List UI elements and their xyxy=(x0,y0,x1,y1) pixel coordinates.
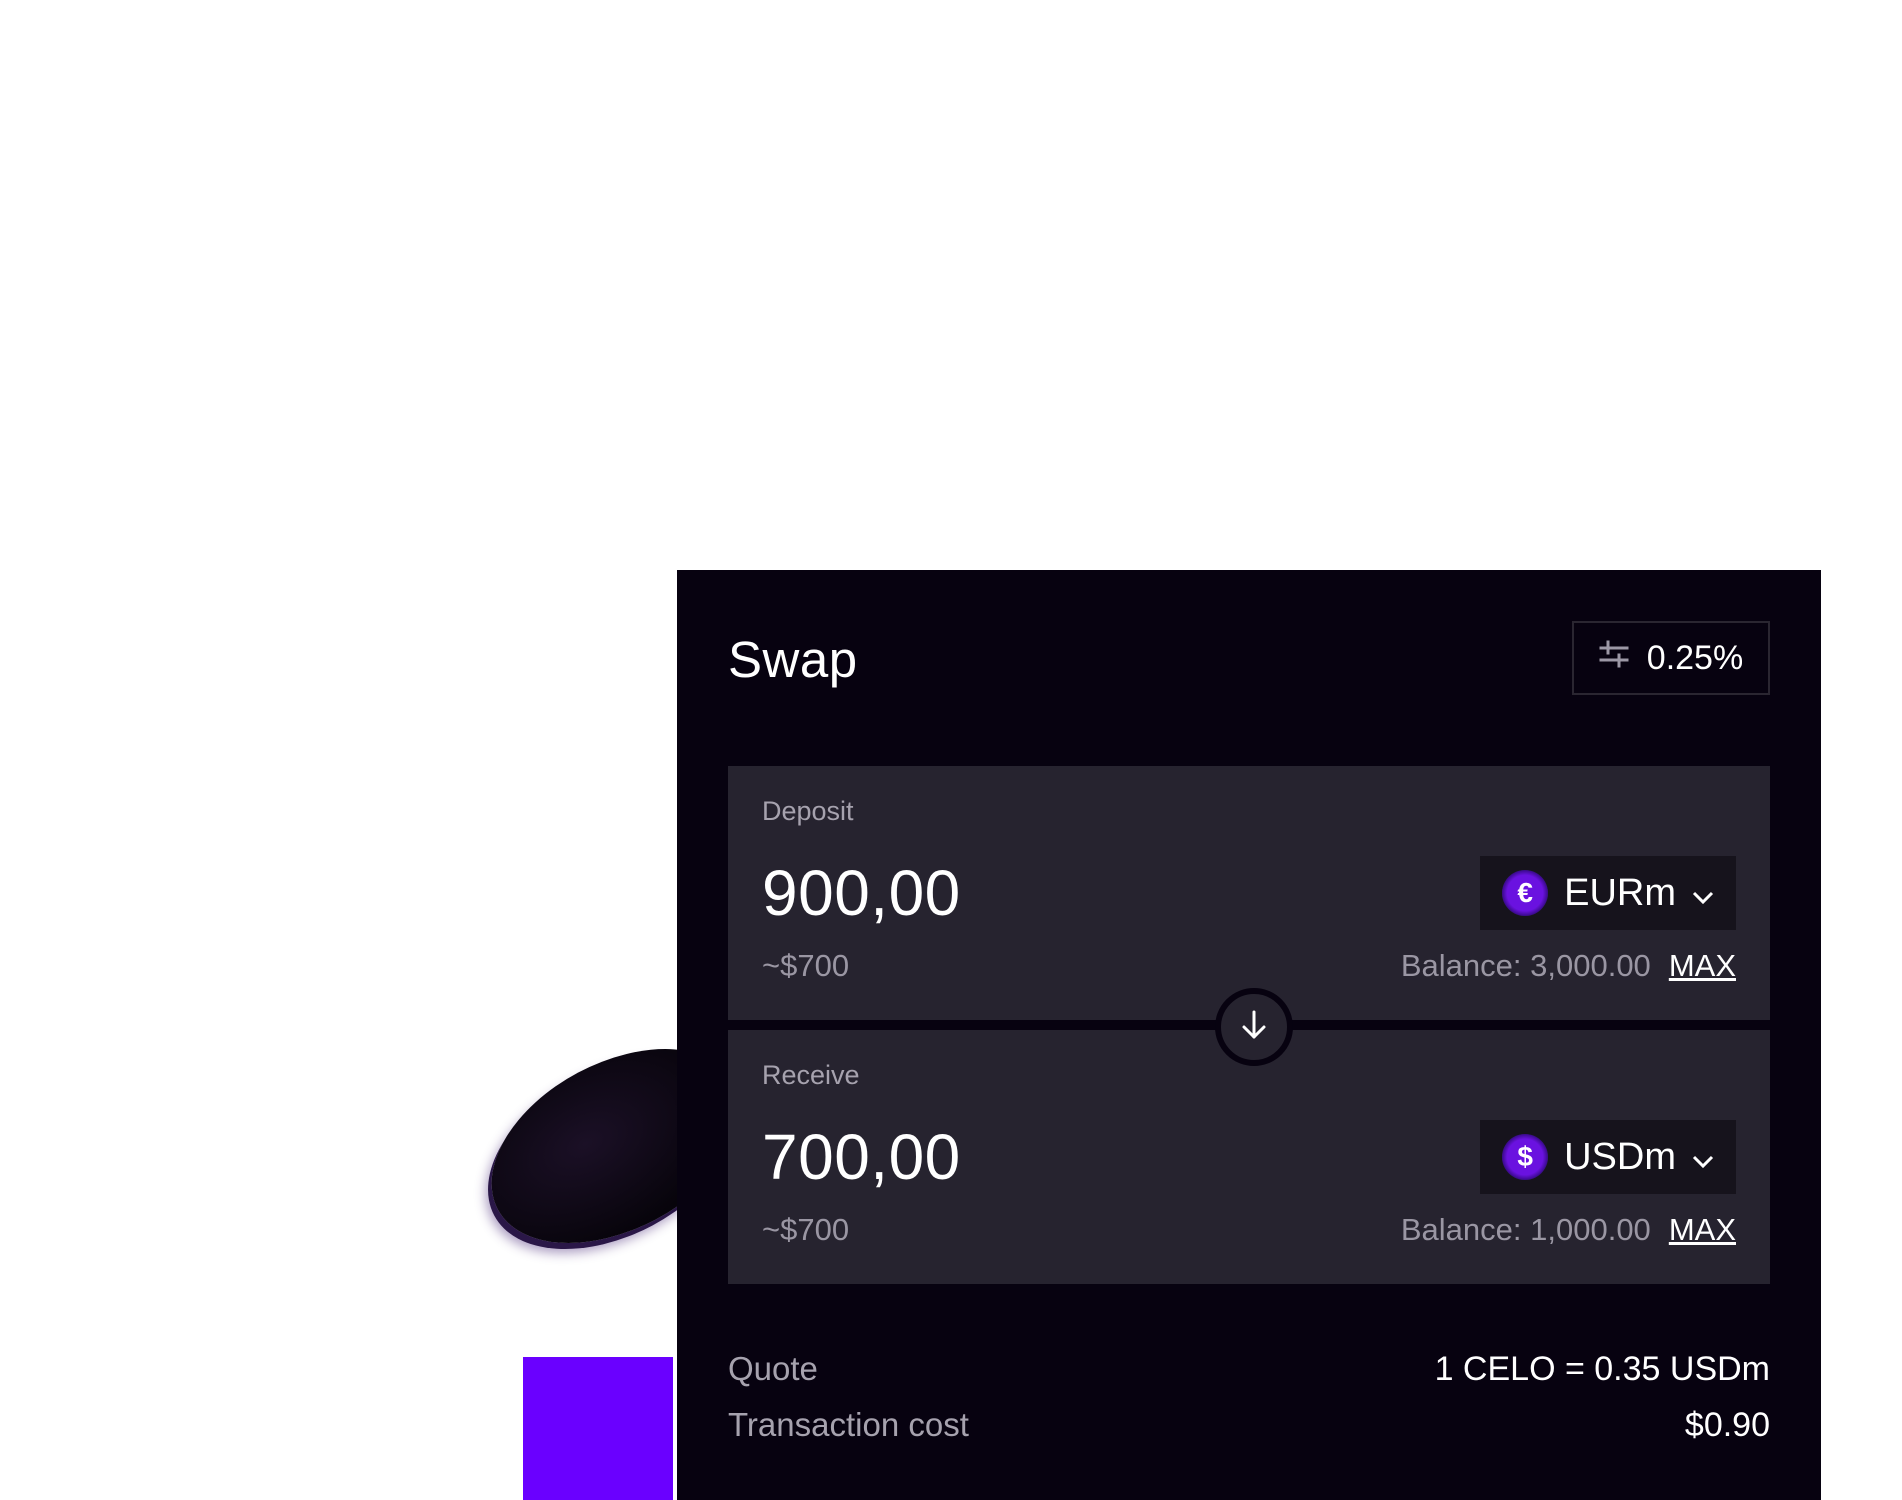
receive-usd-value: ~$700 xyxy=(762,1212,850,1247)
receive-token-select[interactable]: $ USDm xyxy=(1480,1120,1736,1194)
receive-amount-input[interactable]: 700,00 xyxy=(762,1120,961,1194)
dollar-token-icon: $ xyxy=(1502,1134,1549,1180)
swap-direction-button[interactable] xyxy=(1215,988,1293,1066)
page-title: Swap xyxy=(728,631,858,688)
deposit-max-button[interactable]: MAX xyxy=(1669,948,1736,984)
deposit-token-select[interactable]: € EURm xyxy=(1480,856,1736,930)
deposit-panel: Deposit 900,00 ~$700 € EURm Balance: 3,0… xyxy=(728,766,1770,1020)
receive-label: Receive xyxy=(762,1060,860,1090)
transaction-cost-value: $0.90 xyxy=(1684,1406,1770,1444)
receive-balance: Balance: 1,000.00 xyxy=(1400,1212,1651,1247)
decorative-purple-block xyxy=(523,1357,673,1500)
euro-token-icon: € xyxy=(1502,870,1549,916)
quote-value: 1 CELO = 0.35 USDm xyxy=(1434,1350,1770,1388)
deposit-balance: Balance: 3,000.00 xyxy=(1400,948,1651,983)
quote-row: Quote 1 CELO = 0.35 USDm xyxy=(728,1350,1770,1389)
deposit-amount-input[interactable]: 900,00 xyxy=(762,856,961,930)
receive-max-button[interactable]: MAX xyxy=(1669,1212,1736,1248)
transaction-cost-label: Transaction cost xyxy=(728,1406,969,1443)
slippage-value: 0.25% xyxy=(1646,638,1744,677)
swap-card: Swap 0.25% Deposit 900,00 ~$700 € EURm B… xyxy=(677,570,1821,1500)
quote-label: Quote xyxy=(728,1350,818,1387)
deposit-token-name: EURm xyxy=(1564,871,1676,914)
receive-panel: Receive 700,00 ~$700 $ USDm Balance: 1,0… xyxy=(728,1030,1770,1284)
chevron-down-icon xyxy=(1692,1136,1714,1179)
chevron-down-icon xyxy=(1692,872,1714,915)
slippage-settings-button[interactable]: 0.25% xyxy=(1572,621,1770,695)
deposit-usd-value: ~$700 xyxy=(762,948,850,983)
arrow-down-icon xyxy=(1239,1009,1269,1046)
sliders-icon xyxy=(1599,639,1629,678)
transaction-cost-row: Transaction cost $0.90 xyxy=(728,1406,1770,1445)
deposit-label: Deposit xyxy=(762,796,854,826)
receive-balance-row: Balance: 1,000.00 MAX xyxy=(1401,1212,1736,1248)
deposit-balance-row: Balance: 3,000.00 MAX xyxy=(1401,948,1736,984)
receive-token-name: USDm xyxy=(1564,1135,1676,1178)
